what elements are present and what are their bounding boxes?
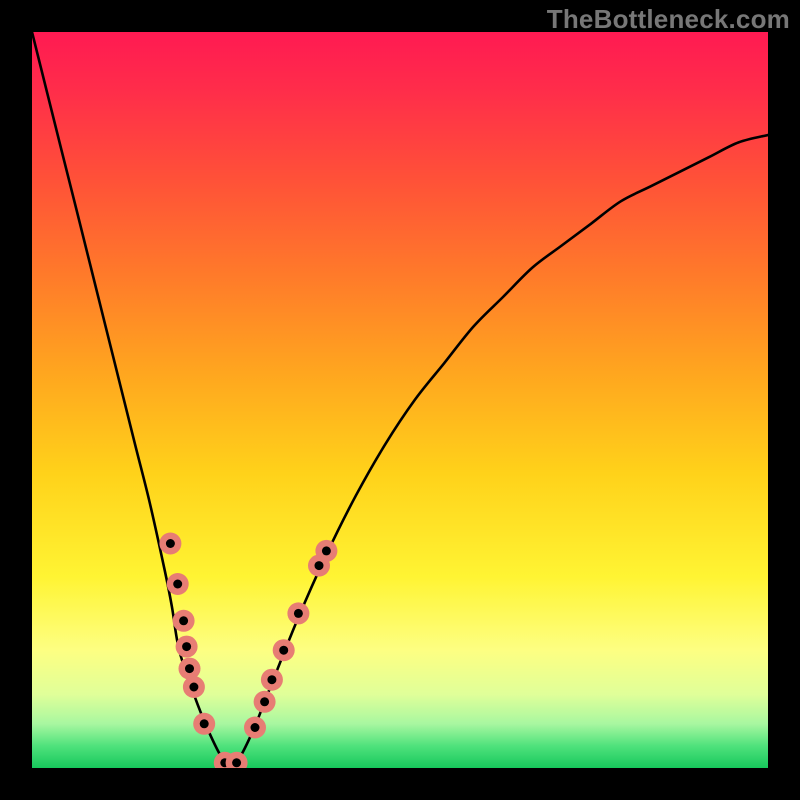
plot-area [32,32,768,768]
marker-dot-core [279,646,288,655]
marker-dot-core [232,758,241,767]
marker-dot-core [251,723,260,732]
marker-dot-core [200,719,209,728]
marker-dot-core [185,664,194,673]
marker-dot-core [179,616,188,625]
marker-dot-core [173,580,182,589]
marker-dot-core [182,642,191,651]
marker-dot-core [267,675,276,684]
chart-svg [32,32,768,768]
marker-dot-core [315,561,324,570]
marker-dot-core [260,697,269,706]
marker-dot-core [166,539,175,548]
watermark-text: TheBottleneck.com [547,4,790,35]
marker-dot-core [294,609,303,618]
bottleneck-curve [32,32,768,768]
marker-dot-core [189,683,198,692]
chart-frame: TheBottleneck.com [0,0,800,800]
marker-dot-core [322,546,331,555]
highlight-markers [159,533,337,769]
